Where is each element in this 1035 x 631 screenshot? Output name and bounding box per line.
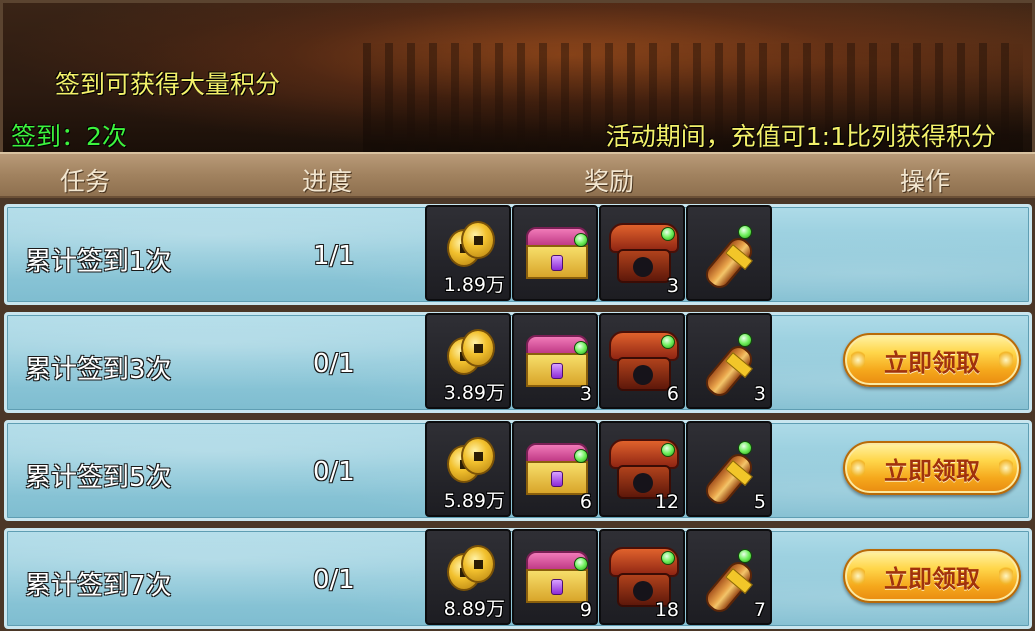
reward-qty: 3 (666, 275, 679, 297)
header-action: 操作 (900, 167, 951, 196)
reward-qty: 3 (579, 383, 592, 405)
task-progress: 0/1 (313, 457, 355, 487)
reward-qty: 6 (579, 491, 592, 513)
task-progress: 0/1 (313, 349, 355, 379)
reward-slot-redbox[interactable]: 6 (599, 313, 685, 409)
reward-slot-scroll[interactable] (686, 205, 772, 301)
treasure-chest-icon (524, 335, 590, 387)
task-row: 累计签到7次 0/1 8.89万 9 18 7 立即领取 (4, 528, 1032, 629)
reward-qty: 3.89万 (443, 382, 505, 404)
reward-slot-chest[interactable]: 6 (512, 421, 598, 517)
reward-slot-chest[interactable]: 3 (512, 313, 598, 409)
task-list: 累计签到1次 1/1 1.89万 3 累计签到3次 0/1 3.89万 3 6 … (0, 198, 1035, 631)
task-progress: 1/1 (313, 241, 355, 271)
claim-button[interactable]: 立即领取 (843, 333, 1021, 387)
reward-qty: 8.89万 (443, 598, 505, 620)
copper-coins-icon (447, 329, 497, 379)
reward-slot-redbox[interactable]: 18 (599, 529, 685, 625)
treasure-chest-icon (524, 443, 590, 495)
reward-slot-scroll[interactable]: 5 (686, 421, 772, 517)
reward-qty: 1.89万 (443, 274, 505, 296)
reward-slot-scroll[interactable]: 3 (686, 313, 772, 409)
reward-slot-coins[interactable]: 8.89万 (425, 529, 511, 625)
reward-slot-scroll[interactable]: 7 (686, 529, 772, 625)
reward-qty: 6 (666, 383, 679, 405)
task-row: 累计签到5次 0/1 5.89万 6 12 5 立即领取 (4, 420, 1032, 521)
recharge-note: 活动期间，充值可1:1比列获得积分 (605, 122, 996, 151)
claim-button[interactable]: 立即领取 (843, 549, 1021, 603)
reward-slot-redbox[interactable]: 12 (599, 421, 685, 517)
reward-slot-chest[interactable] (512, 205, 598, 301)
copper-coins-icon (447, 437, 497, 487)
event-banner: 签到可获得大量积分 签到：2次 活动期间，充值可1:1比列获得积分 (0, 0, 1035, 153)
reward-qty: 5.89万 (443, 490, 505, 512)
banner-title: 签到可获得大量积分 (55, 70, 281, 99)
task-row: 累计签到3次 0/1 3.89万 3 6 3 立即领取 (4, 312, 1032, 413)
task-name: 累计签到3次 (25, 355, 172, 385)
reward-qty: 3 (753, 383, 766, 405)
reward-slot-coins[interactable]: 1.89万 (425, 205, 511, 301)
reward-slot-redbox[interactable]: 3 (599, 205, 685, 301)
copper-coins-icon (447, 545, 497, 595)
reward-qty: 9 (579, 599, 592, 621)
task-name: 累计签到5次 (25, 463, 172, 493)
reward-qty: 18 (654, 599, 679, 621)
task-name: 累计签到1次 (25, 247, 172, 277)
reward-slot-coins[interactable]: 5.89万 (425, 421, 511, 517)
claim-button[interactable]: 立即领取 (843, 441, 1021, 495)
reward-qty: 7 (753, 599, 766, 621)
signin-count: 签到：2次 (11, 122, 127, 151)
header-reward: 奖励 (584, 167, 635, 196)
reward-slot-chest[interactable]: 9 (512, 529, 598, 625)
reward-qty: 12 (654, 491, 679, 513)
treasure-chest-icon (524, 227, 590, 279)
task-progress: 0/1 (313, 565, 355, 595)
scroll-icon (701, 225, 762, 293)
header-progress: 进度 (302, 167, 353, 196)
treasure-chest-icon (524, 551, 590, 603)
header-task: 任务 (60, 167, 111, 196)
task-name: 累计签到7次 (25, 571, 172, 601)
reward-slot-coins[interactable]: 3.89万 (425, 313, 511, 409)
task-row: 累计签到1次 1/1 1.89万 3 (4, 204, 1032, 305)
copper-coins-icon (447, 221, 497, 271)
table-header: 任务 进度 奖励 操作 (0, 152, 1035, 198)
reward-qty: 5 (753, 491, 766, 513)
